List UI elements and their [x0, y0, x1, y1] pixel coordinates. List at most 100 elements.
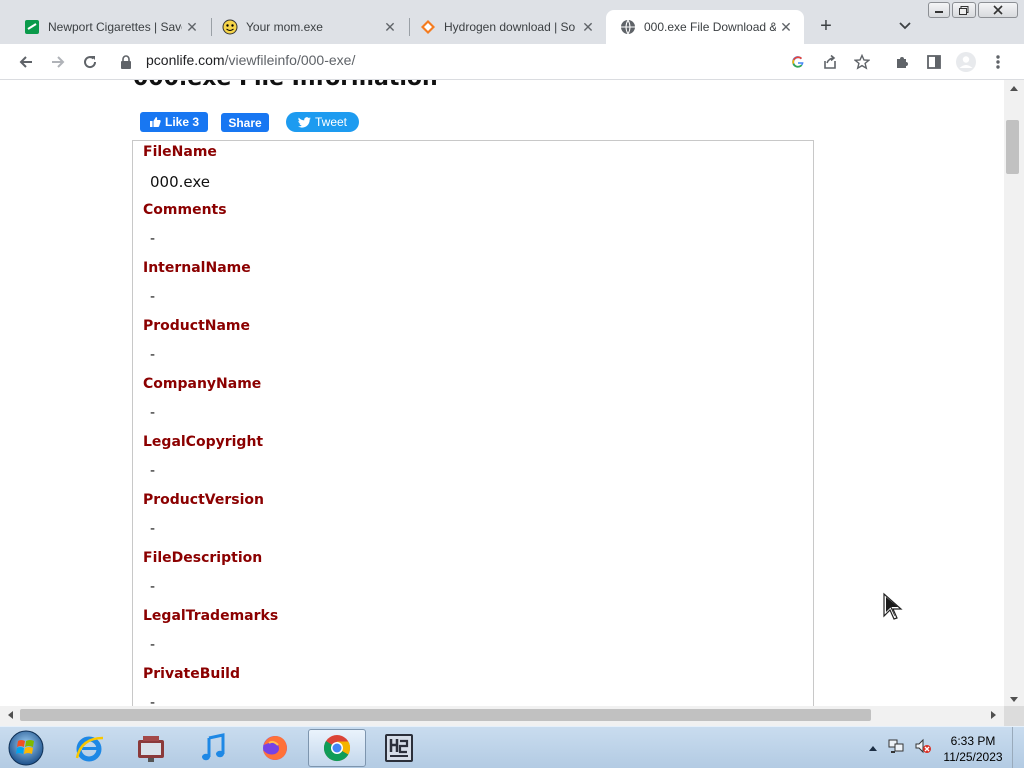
show-desktop-button[interactable]: [1012, 727, 1024, 768]
taskbar-hydrogen[interactable]: [370, 729, 428, 767]
taskbar-itunes[interactable]: [184, 729, 242, 767]
field-value-productname: -: [150, 347, 156, 363]
scroll-right-arrow-icon[interactable]: [991, 711, 996, 719]
forward-arrow-icon[interactable]: [44, 48, 72, 76]
field-label-legalcopyright: LegalCopyright: [143, 434, 264, 450]
system-tray: [868, 727, 932, 768]
newport-favicon-icon: [24, 19, 40, 35]
field-label-comments: Comments: [143, 202, 227, 218]
scrollbar-corner: [1004, 706, 1024, 726]
volume-muted-icon[interactable]: [914, 738, 932, 759]
field-value-productversion: -: [150, 521, 156, 537]
new-tab-button[interactable]: +: [814, 14, 838, 38]
field-value-privatebuild: -: [150, 695, 156, 706]
menu-kebab-icon[interactable]: [984, 48, 1012, 76]
close-icon[interactable]: ✕: [380, 17, 400, 37]
tab-title: Your mom.exe: [246, 20, 323, 34]
field-value-comments: -: [150, 231, 156, 247]
field-label-companyname: CompanyName: [143, 376, 262, 392]
facebook-like-button[interactable]: Like 3: [140, 112, 208, 132]
chrome-icon: [323, 735, 351, 762]
field-value-internalname: -: [150, 289, 156, 305]
field-value-filename: 000.exe: [150, 173, 211, 191]
media-center-icon: [138, 736, 164, 762]
taskbar-chrome[interactable]: [308, 729, 366, 767]
field-label-internalname: InternalName: [143, 260, 251, 276]
field-label-legaltrademarks: LegalTrademarks: [143, 608, 279, 624]
close-icon[interactable]: ✕: [578, 17, 598, 37]
page-viewport: 000.exe File Information Like 3 Share Tw…: [0, 80, 1004, 706]
tab-search-chevron-icon[interactable]: [893, 14, 917, 38]
taskbar-internet-explorer[interactable]: [60, 729, 118, 767]
taskbar-media-center[interactable]: [122, 729, 180, 767]
firefox-icon: [263, 736, 287, 760]
restore-button[interactable]: [952, 2, 976, 18]
field-value-legaltrademarks: -: [150, 637, 156, 653]
horizontal-scrollbar[interactable]: [0, 706, 1004, 726]
tab-title: 000.exe File Download &: [644, 20, 776, 34]
taskbar-firefox[interactable]: [246, 729, 304, 767]
back-arrow-icon[interactable]: [12, 48, 40, 76]
smiley-favicon-icon: [222, 19, 238, 35]
mouse-cursor-icon: [882, 592, 906, 627]
taskbar-clock[interactable]: 6:33 PM 11/25/2023: [938, 733, 1008, 765]
thumbs-up-icon: [149, 117, 161, 127]
extensions-puzzle-icon[interactable]: [888, 48, 916, 76]
tweet-label: Tweet: [314, 115, 347, 129]
browser-toolbar: pconlife.com/viewfileinfo/000-exe/: [0, 44, 1024, 80]
field-label-privatebuild: PrivateBuild: [143, 666, 240, 682]
side-panel-icon[interactable]: [920, 48, 948, 76]
lock-icon[interactable]: [116, 48, 136, 76]
globe-favicon-icon: [620, 19, 636, 35]
tab-title: Newport Cigarettes | Save: [48, 20, 182, 34]
clock-time: 6:33 PM: [950, 734, 996, 748]
address-bar[interactable]: pconlife.com/viewfileinfo/000-exe/: [146, 52, 355, 68]
horizontal-scroll-thumb[interactable]: [20, 709, 871, 721]
sourceforge-favicon-icon: [420, 19, 436, 35]
reload-icon[interactable]: [76, 48, 104, 76]
start-button[interactable]: [6, 729, 46, 767]
profile-avatar-icon[interactable]: [952, 48, 980, 76]
field-label-productversion: ProductVersion: [143, 492, 264, 508]
facebook-share-button[interactable]: Share: [221, 113, 269, 132]
field-label-filedescription: FileDescription: [143, 550, 263, 566]
scroll-up-arrow-icon[interactable]: [1010, 86, 1018, 91]
close-window-button[interactable]: [978, 2, 1018, 18]
bookmark-star-icon[interactable]: [848, 48, 876, 76]
internet-explorer-icon: [75, 736, 104, 762]
field-value-legalcopyright: -: [150, 463, 156, 479]
field-value-filedescription: -: [150, 579, 156, 595]
file-info-box: FileName 000.exe Comments - InternalName…: [132, 140, 814, 706]
tab-newport[interactable]: Newport Cigarettes | Save ✕: [10, 10, 210, 44]
scroll-left-arrow-icon[interactable]: [8, 711, 13, 719]
windows-logo-icon: [8, 730, 44, 766]
tab-000-exe[interactable]: 000.exe File Download & ✕: [606, 10, 804, 44]
vertical-scroll-thumb[interactable]: [1006, 120, 1019, 174]
tab-strip: Newport Cigarettes | Save ✕ Your mom.exe…: [0, 0, 1024, 44]
minimize-button[interactable]: [928, 2, 950, 18]
show-hidden-icons-arrow-icon[interactable]: [868, 739, 878, 757]
close-icon[interactable]: ✕: [776, 17, 796, 37]
url-host: pconlife.com: [146, 52, 225, 68]
windows-taskbar: 6:33 PM 11/25/2023: [0, 726, 1024, 768]
vertical-scrollbar[interactable]: [1004, 80, 1024, 706]
scroll-down-arrow-icon[interactable]: [1010, 697, 1018, 702]
tab-hydrogen[interactable]: Hydrogen download | So ✕: [406, 10, 606, 44]
url-path: /viewfileinfo/000-exe/: [224, 52, 356, 68]
twitter-bird-icon: [297, 116, 311, 128]
share-label: Share: [228, 115, 262, 130]
tab-your-mom[interactable]: Your mom.exe ✕: [208, 10, 408, 44]
close-icon[interactable]: ✕: [182, 17, 202, 37]
network-icon[interactable]: [888, 738, 906, 759]
google-g-icon[interactable]: [784, 48, 812, 76]
clock-date: 11/25/2023: [943, 750, 1003, 764]
tab-title: Hydrogen download | So: [444, 20, 576, 34]
page-title: 000.exe File Information: [133, 80, 438, 91]
share-icon[interactable]: [816, 48, 844, 76]
hydrogen-app-icon: [385, 734, 413, 762]
itunes-music-note-icon: [202, 733, 225, 761]
tweet-button[interactable]: Tweet: [286, 112, 359, 132]
field-label-filename: FileName: [143, 144, 217, 160]
field-label-productname: ProductName: [143, 318, 251, 334]
like-label: Like 3: [164, 115, 200, 129]
